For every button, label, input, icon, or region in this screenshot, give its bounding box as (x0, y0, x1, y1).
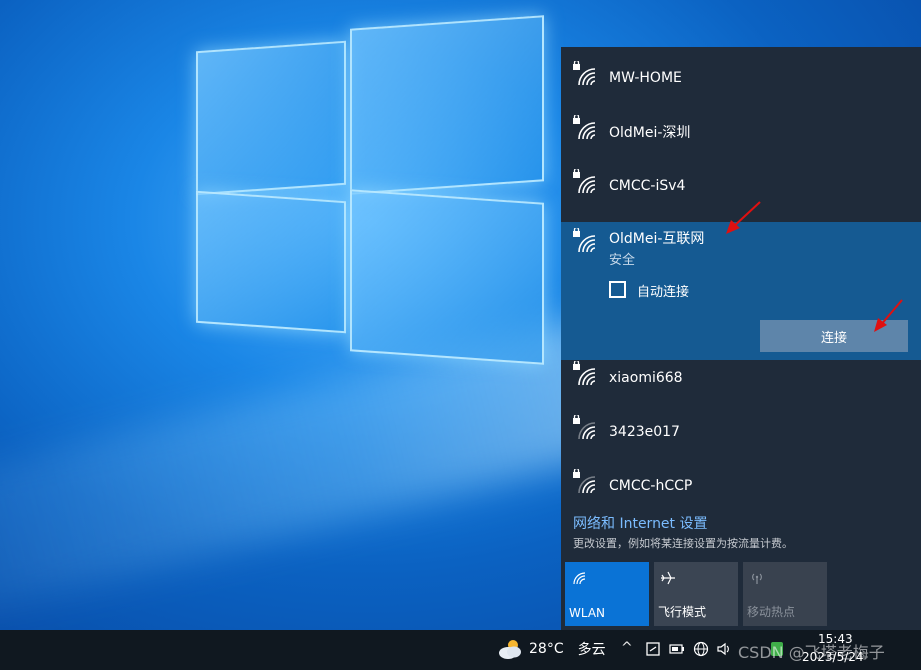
airplane-icon (661, 571, 675, 585)
windows-logo-pane-bl (196, 190, 346, 334)
wifi-secured-icon (573, 228, 596, 253)
taskbar: 28°C 多云 ^ CSDN @飞塔老梅子 15:43 2023/5/24 (0, 630, 921, 670)
weather-condition: 多云 (577, 642, 606, 658)
network-name: MW-HOME (609, 70, 682, 86)
temperature: 28°C (529, 641, 564, 657)
wifi-secured-icon (573, 115, 596, 140)
network-name: 3423e017 (609, 424, 680, 440)
clock-date[interactable]: 2023/5/24 (802, 650, 864, 664)
windows-logo-pane-tl (196, 40, 346, 196)
wifi-secured-icon (573, 169, 596, 194)
wifi-secured-icon (573, 415, 596, 440)
hotspot-tile-label: 移动热点 (747, 605, 796, 619)
selected-network-name: OldMei-互联网 (609, 231, 705, 247)
wlan-tile-label: WLAN (569, 606, 606, 620)
volume-icon[interactable] (716, 641, 732, 657)
auto-connect-checkbox[interactable] (609, 281, 626, 298)
annotation-arrow-icon (874, 299, 903, 332)
network-name: CMCC-iSv4 (609, 178, 686, 194)
mobile-hotspot-tile[interactable]: 移动热点 (743, 562, 827, 626)
battery-icon[interactable] (669, 643, 685, 655)
network-item[interactable]: CMCC-hCCP (561, 459, 921, 513)
network-name: CMCC-hCCP (609, 478, 693, 494)
wifi-secured-icon (573, 61, 596, 86)
network-item[interactable]: OldMei-深圳 (561, 105, 921, 159)
airplane-tile-label: 飞行模式 (658, 605, 707, 619)
network-settings-description: 更改设置，例如将某连接设置为按流量计费。 (573, 537, 793, 550)
auto-connect-label: 自动连接 (637, 285, 690, 300)
weather-widget[interactable]: 28°C 多云 (497, 638, 606, 660)
wifi-secured-icon (573, 361, 596, 386)
selected-network-status: 安全 (609, 253, 636, 268)
annotation-arrow-icon (726, 201, 761, 234)
network-item[interactable]: MW-HOME (561, 51, 921, 105)
globe-icon[interactable] (693, 641, 709, 657)
network-name: xiaomi668 (609, 370, 683, 386)
selected-network-item[interactable]: OldMei-互联网 安全 自动连接 连接 (561, 222, 921, 360)
windows-logo-pane-tr (350, 15, 544, 195)
wifi-flyout: MW-HOME OldMei-深圳 CMCC-iSv4 OldMei-互联网 安… (561, 47, 921, 630)
windows-logo-pane-br (350, 189, 544, 365)
wlan-toggle-tile[interactable]: WLAN (565, 562, 649, 626)
cloud-sun-icon (499, 640, 521, 659)
hotspot-icon (752, 573, 762, 584)
network-settings-link[interactable]: 网络和 Internet 设置 (573, 513, 708, 533)
chevron-up-icon[interactable]: ^ (621, 640, 633, 656)
network-name: OldMei-深圳 (609, 125, 691, 141)
network-item[interactable]: xiaomi668 (561, 351, 921, 405)
shield-icon[interactable] (645, 641, 661, 657)
network-item[interactable]: 3423e017 (561, 405, 921, 459)
airplane-mode-tile[interactable]: 飞行模式 (654, 562, 738, 626)
wifi-icon (573, 572, 586, 585)
clock-time[interactable]: 15:43 (818, 632, 853, 646)
wifi-secured-icon (573, 469, 596, 494)
